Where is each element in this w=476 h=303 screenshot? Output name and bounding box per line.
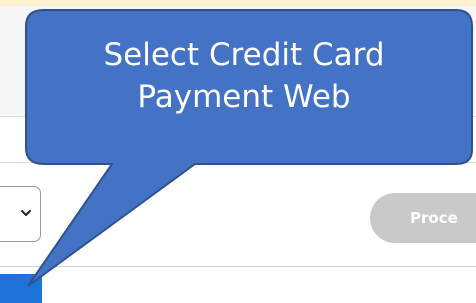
dropdown-option-gap (0, 268, 42, 272)
header-area (0, 6, 476, 117)
proceed-button[interactable]: Proce (370, 193, 476, 243)
screenshot-stage: Proce Select Credit Card Payment Web (0, 0, 476, 303)
chevron-down-icon (20, 207, 32, 219)
section-divider-lower (0, 266, 476, 267)
payment-method-select[interactable] (0, 186, 41, 242)
dropdown-option-highlighted[interactable] (0, 274, 42, 303)
section-divider (0, 162, 476, 163)
